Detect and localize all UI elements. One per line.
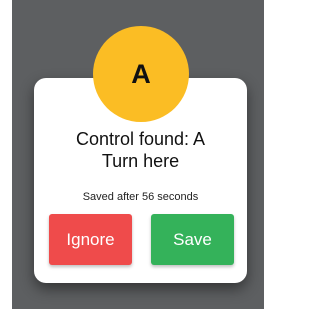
dialog-title: Control found: A Turn here — [34, 128, 247, 172]
control-badge: A — [93, 26, 189, 122]
dialog-title-line1: Control found: A — [75, 129, 206, 149]
ignore-button[interactable]: Ignore — [49, 214, 132, 265]
dialog-title-line2: Turn here — [101, 151, 180, 171]
save-button[interactable]: Save — [151, 214, 234, 265]
saved-status-text: Saved after 56 seconds — [82, 191, 199, 203]
